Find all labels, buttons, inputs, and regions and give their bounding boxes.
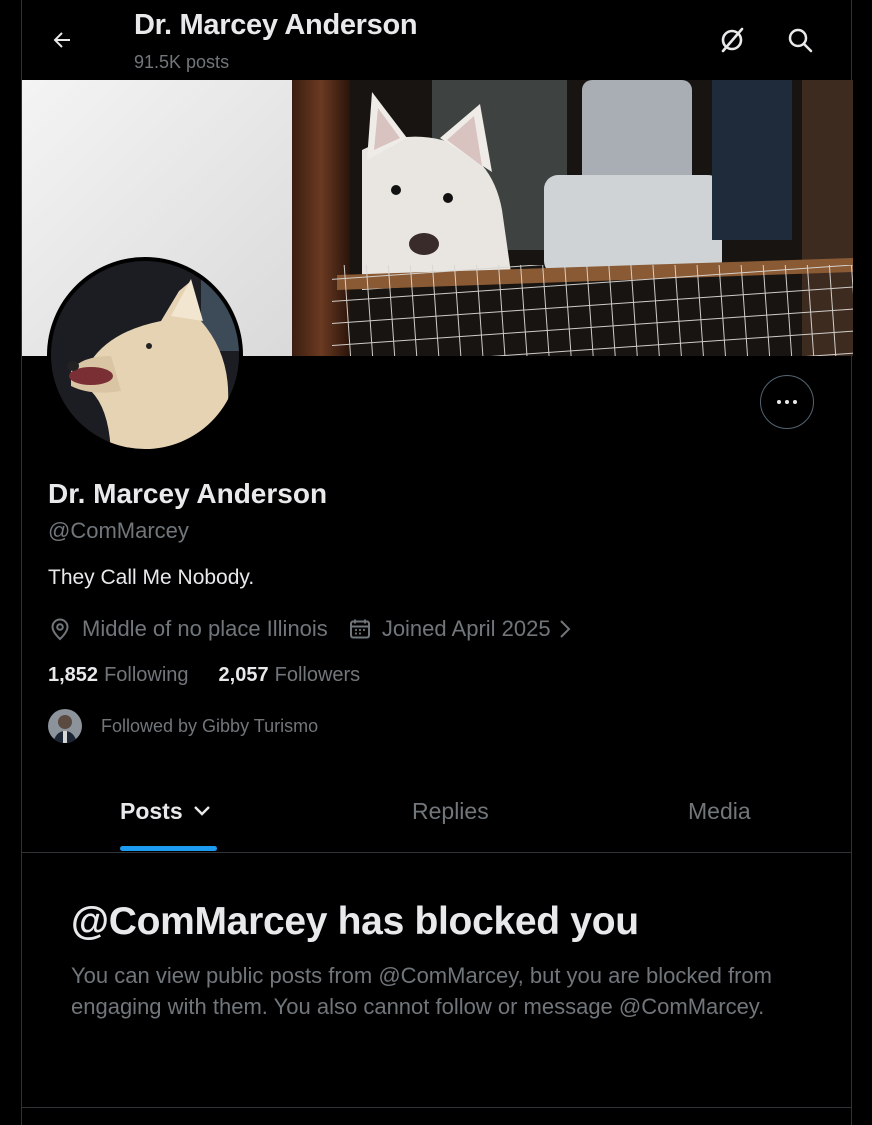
followers-label: Followers <box>274 664 361 686</box>
profile-avatar[interactable] <box>47 257 243 453</box>
following-label: Following <box>104 664 189 686</box>
profile-bio: They Call Me Nobody. <box>48 566 255 589</box>
profile-column: Dr. Marcey Anderson 91.5K posts Dr. Marc… <box>21 0 853 1125</box>
chevron-right-icon <box>559 620 571 638</box>
following-link[interactable]: 1,852 Following <box>48 664 189 687</box>
tab-posts-label: Posts <box>120 797 183 824</box>
blocked-message: You can view public posts from @ComMarce… <box>71 963 772 1019</box>
top-bar: Dr. Marcey Anderson 91.5K posts <box>22 0 851 80</box>
search-icon <box>788 28 813 53</box>
tab-replies-label: Replies <box>412 797 489 824</box>
header-title: Dr. Marcey Anderson <box>134 9 418 41</box>
chevron-down-icon <box>193 806 210 816</box>
grok-icon <box>721 27 744 53</box>
tab-media[interactable]: Media <box>688 770 751 852</box>
profile-display-name: Dr. Marcey Anderson <box>48 478 328 509</box>
location: Middle of no place Illinois <box>48 616 328 642</box>
profile-tabs: Posts Replies Media <box>22 770 851 853</box>
joined-text: Joined April 2025 <box>381 616 551 641</box>
active-tab-indicator <box>120 846 217 851</box>
arrow-left-icon <box>53 32 70 48</box>
blocked-title: @ComMarcey has blocked you <box>71 900 639 943</box>
followed-by-text: Followed by Gibby Turismo <box>101 715 319 736</box>
more-options-button[interactable] <box>760 375 814 429</box>
joined-date[interactable]: Joined April 2025 <box>348 616 585 642</box>
more-icon <box>777 400 781 404</box>
grok-button[interactable] <box>714 22 750 58</box>
calendar-icon <box>349 619 370 639</box>
back-button[interactable] <box>44 22 80 58</box>
follower-avatar <box>48 709 82 743</box>
search-button[interactable] <box>782 22 818 58</box>
profile-handle: @ComMarcey <box>48 518 189 543</box>
location-text: Middle of no place Illinois <box>82 616 328 641</box>
followed-by[interactable]: Followed by Gibby Turismo <box>48 709 318 743</box>
tab-media-label: Media <box>688 797 751 824</box>
followers-link[interactable]: 2,057 Followers <box>219 664 361 687</box>
profile-meta: Middle of no place Illinois Joined April… <box>48 614 585 644</box>
follow-stats: 1,852 Following 2,057 Followers <box>48 664 360 687</box>
location-pin-icon <box>51 618 69 641</box>
avatar-image <box>51 261 239 449</box>
following-count: 1,852 <box>48 664 99 686</box>
post-count: 91.5K posts <box>134 52 230 72</box>
tab-posts[interactable]: Posts <box>120 770 213 852</box>
followers-count: 2,057 <box>218 664 269 686</box>
tab-replies[interactable]: Replies <box>412 770 489 852</box>
divider <box>22 1107 851 1108</box>
